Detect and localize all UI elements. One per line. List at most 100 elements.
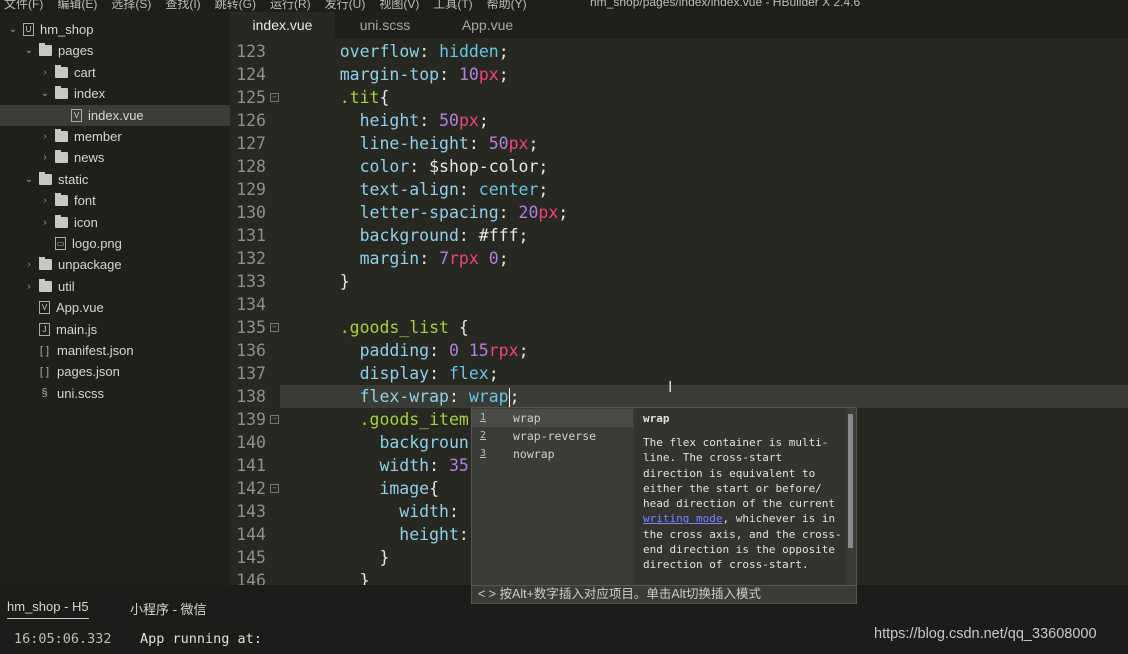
menu-item[interactable]: 跳转(G) <box>215 0 256 12</box>
menu-item[interactable]: 查找(I) <box>165 0 200 12</box>
code-token: padding <box>359 341 430 360</box>
chevron-right-icon[interactable]: › <box>40 217 50 228</box>
code-token: : <box>419 249 440 268</box>
chevron-right-icon[interactable]: › <box>24 281 34 292</box>
chevron-down-icon[interactable]: ⌄ <box>24 45 34 56</box>
tree-item[interactable]: › member <box>0 126 230 147</box>
tree-item-label: cart <box>74 64 96 80</box>
fold-toggle-icon[interactable]: − <box>270 484 279 493</box>
code-token: 7 <box>439 249 449 268</box>
tree-item-label: font <box>74 193 96 209</box>
menu-item[interactable]: 帮助(Y) <box>487 0 527 12</box>
menu-item[interactable]: 选择(S) <box>111 0 151 12</box>
tree-item[interactable]: § uni.scss <box>0 383 230 404</box>
watermark: https://blog.csdn.net/qq_33608000 <box>874 626 1097 642</box>
writing-mode-link[interactable]: writing mode <box>643 512 722 525</box>
folder-open-icon <box>39 43 52 57</box>
autocomplete-doc: wrap The flex container is multi-line. T… <box>634 408 846 585</box>
tree-item[interactable]: ⌄ pages <box>0 40 230 61</box>
folder-icon <box>55 150 68 164</box>
project-explorer: ⌄ Uhm_shop ⌄ pages › cart ⌄ index Vindex.vue › mem… <box>0 12 230 585</box>
tree-item[interactable]: › unpackage <box>0 254 230 275</box>
chevron-right-icon[interactable]: › <box>40 67 50 78</box>
chevron-down-icon[interactable]: ⌄ <box>40 88 50 99</box>
tree-item[interactable]: V App.vue <box>0 297 230 318</box>
chevron-right-icon[interactable]: › <box>40 152 50 163</box>
autocomplete-option[interactable]: 2 wrap-reverse <box>472 427 633 445</box>
menu-item[interactable]: 编辑(E) <box>57 0 97 12</box>
folder-icon <box>39 257 52 271</box>
tab-uni-scss[interactable]: uni.scss <box>335 12 435 38</box>
console-tab-h5[interactable]: hm_shop - H5 <box>7 599 89 619</box>
tree-item[interactable]: [ ] pages.json <box>0 361 230 382</box>
autocomplete-option[interactable]: 3 nowrap <box>472 445 633 463</box>
console-tab-wechat[interactable]: 小程序 - 微信 <box>130 599 207 618</box>
autocomplete-option[interactable]: 1 wrap <box>472 409 633 427</box>
window-title: hm_shop/pages/index/index.vue - HBuilder… <box>590 0 861 9</box>
line-number: 127 <box>236 134 266 153</box>
code-token: height <box>359 111 420 130</box>
tree-item[interactable]: ▭ logo.png <box>0 233 230 254</box>
folder-icon <box>55 214 68 228</box>
fold-toggle-icon[interactable]: − <box>270 93 279 102</box>
image-file-icon: ▭ <box>55 237 66 250</box>
code-token: 0 <box>488 249 499 268</box>
code-line: 123 overflow: hidden; <box>230 40 1128 63</box>
code-text: display: flex; <box>360 362 499 385</box>
menu-item[interactable]: 视图(V) <box>379 0 419 12</box>
menu-item[interactable]: 文件(F) <box>4 0 43 12</box>
doc-text-before: The flex container is multi-line. The cr… <box>643 436 842 511</box>
code-text: .goods_list { <box>340 316 469 339</box>
line-number: 143 <box>236 502 266 521</box>
code-token: : <box>468 134 489 153</box>
code-token: ; <box>498 42 509 61</box>
code-text: letter-spacing: 20px; <box>360 201 569 224</box>
code-line: 124 margin-top: 10px; <box>230 63 1128 86</box>
doc-scrollbar[interactable] <box>848 414 853 548</box>
code-line: 132 margin: 7rpx 0; <box>230 247 1128 270</box>
tree-item[interactable]: ⌄ index <box>0 83 230 104</box>
code-token: backgroun <box>379 433 469 452</box>
chevron-right-icon[interactable]: › <box>24 259 34 270</box>
tab-app-vue[interactable]: App.vue <box>435 12 540 38</box>
tree-item[interactable]: Vindex.vue <box>0 104 230 126</box>
tree-item[interactable]: › util <box>0 276 230 297</box>
tree-item[interactable]: › icon <box>0 212 230 233</box>
line-number: 142 <box>236 479 266 498</box>
code-token: : <box>448 387 469 406</box>
code-token: : #fff; <box>458 226 529 245</box>
menu-item[interactable]: 发行(U) <box>325 0 366 12</box>
code-token: : <box>498 203 519 222</box>
code-text: height: <box>399 523 469 546</box>
chevron-down-icon[interactable]: ⌄ <box>8 24 18 35</box>
fold-toggle-icon[interactable]: − <box>270 323 279 332</box>
folder-open-icon <box>39 171 52 185</box>
line-number: 130 <box>236 203 266 222</box>
tab-index-vue[interactable]: index.vue <box>230 12 335 38</box>
option-label: nowrap <box>513 447 555 461</box>
line-number: 125 <box>236 88 266 107</box>
autocomplete-list: 1 wrap 2 wrap-reverse 3 nowrap <box>472 408 633 585</box>
chevron-right-icon[interactable]: › <box>40 131 50 142</box>
tree-item[interactable]: › cart <box>0 62 230 83</box>
code-text: } <box>379 546 389 569</box>
chevron-right-icon[interactable]: › <box>40 195 50 206</box>
tree-item[interactable]: › font <box>0 190 230 211</box>
code-line: 135− .goods_list { <box>230 316 1128 339</box>
tree-item[interactable]: Jmain.js <box>0 319 230 340</box>
code-token: : <box>458 525 469 544</box>
code-token: display <box>359 364 430 383</box>
fold-toggle-icon[interactable]: − <box>270 415 279 424</box>
tree-item[interactable]: ⌄ Uhm_shop <box>0 19 230 40</box>
menu-item[interactable]: 运行(R) <box>270 0 311 12</box>
line-number: 131 <box>236 226 266 245</box>
chevron-down-icon[interactable]: ⌄ <box>24 174 34 185</box>
tree-item[interactable]: [ ] manifest.json <box>0 340 230 361</box>
code-token: px <box>478 65 499 84</box>
tree-item[interactable]: › news <box>0 147 230 168</box>
code-token: : $shop-color; <box>409 157 549 176</box>
tree-item[interactable]: ⌄ static <box>0 169 230 190</box>
tree-item-label: icon <box>74 214 98 230</box>
menu-item[interactable]: 工具(T) <box>433 0 472 12</box>
